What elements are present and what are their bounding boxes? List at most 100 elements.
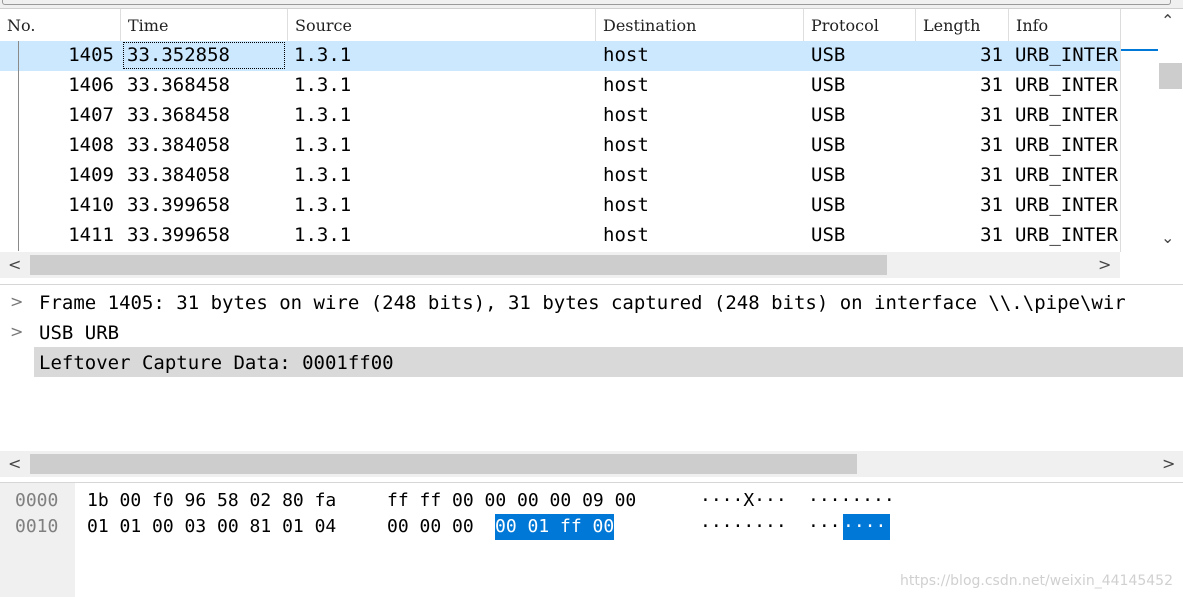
- horizontal-scroll-thumb[interactable]: [30, 255, 887, 275]
- cell-no: 1405: [68, 44, 114, 66]
- column-header-source[interactable]: Source: [288, 9, 596, 41]
- packet-list-horizontal-scrollbar[interactable]: < >: [0, 252, 1120, 278]
- column-header-length[interactable]: Length: [916, 9, 1009, 41]
- cell-destination: host: [603, 134, 649, 156]
- cell-protocol: USB: [811, 194, 846, 216]
- scroll-right-icon[interactable]: >: [1098, 257, 1111, 273]
- scroll-left-icon[interactable]: <: [8, 456, 21, 472]
- hex-bytes-a[interactable]: 1b 00 f0 96 58 02 80 fa: [87, 488, 336, 514]
- cell-no: 1408: [68, 134, 114, 156]
- packet-list-header: No. Time Source Destination Protocol Len…: [0, 9, 1120, 42]
- focus-rectangle: [123, 42, 285, 69]
- ascii-b[interactable]: ···: [808, 514, 841, 540]
- column-header-destination[interactable]: Destination: [596, 9, 804, 41]
- cell-source: 1.3.1: [294, 134, 352, 156]
- cell-protocol: USB: [811, 164, 846, 186]
- hex-offset: 0000: [15, 490, 59, 511]
- packet-bytes-pane[interactable]: 0000 1b 00 f0 96 58 02 80 fa ff ff 00 00…: [0, 482, 1183, 597]
- cell-source: 1.3.1: [294, 224, 352, 246]
- hex-bytes-a[interactable]: 01 01 00 03 00 81 01 04: [87, 514, 336, 540]
- cell-time: 33.368458: [127, 104, 230, 126]
- hex-bytes-selected[interactable]: 00 01 ff 00: [495, 514, 615, 540]
- detail-frame[interactable]: > Frame 1405: 31 bytes on wire (248 bits…: [0, 287, 1183, 317]
- cell-length: 31: [980, 224, 1003, 246]
- packet-list-pane[interactable]: No. Time Source Destination Protocol Len…: [0, 9, 1183, 278]
- vertical-scroll-thumb[interactable]: [1159, 63, 1182, 89]
- packet-rows: 1405 33.352858 1.3.1 host USB 31 URB_INTER 1406…: [0, 41, 1120, 252]
- cell-destination: host: [603, 164, 649, 186]
- cell-no: 1406: [68, 74, 114, 96]
- ascii-selected[interactable]: ····: [843, 514, 891, 540]
- cell-length: 31: [980, 194, 1003, 216]
- cell-protocol: USB: [811, 134, 846, 156]
- cell-info: URB_INTER: [1015, 194, 1118, 216]
- intelligent-scrollbar-marker: [1121, 49, 1158, 51]
- cell-destination: host: [603, 74, 649, 96]
- packet-row[interactable]: 1411 33.399658 1.3.1 host USB 31 URB_INTER: [0, 221, 1120, 251]
- cell-info: URB_INTER: [1015, 134, 1118, 156]
- scroll-up-icon[interactable]: ⌃: [1161, 13, 1174, 29]
- cell-length: 31: [980, 74, 1003, 96]
- cell-time: 33.384058: [127, 164, 230, 186]
- hex-bytes-b[interactable]: 00 00 00: [387, 514, 474, 540]
- cell-destination: host: [603, 224, 649, 246]
- cell-source: 1.3.1: [294, 44, 352, 66]
- cell-destination: host: [603, 44, 649, 66]
- toolbar-strip: [0, 0, 1183, 9]
- detail-usb-urb[interactable]: > USB URB: [0, 317, 1183, 347]
- column-header-protocol[interactable]: Protocol: [804, 9, 916, 41]
- detail-usb-urb-label: USB URB: [39, 322, 120, 344]
- cell-time: 33.399658: [127, 194, 230, 216]
- ascii-a[interactable]: ····X···: [700, 488, 787, 514]
- cell-source: 1.3.1: [294, 194, 352, 216]
- horizontal-scroll-thumb[interactable]: [30, 454, 857, 474]
- cell-protocol: USB: [811, 44, 846, 66]
- ascii-b[interactable]: ········: [808, 488, 895, 514]
- cell-no: 1407: [68, 104, 114, 126]
- packet-row[interactable]: 1408 33.384058 1.3.1 host USB 31 URB_INTER: [0, 131, 1120, 161]
- hex-offset: 0010: [15, 516, 59, 537]
- cell-protocol: USB: [811, 104, 846, 126]
- chevron-right-icon[interactable]: >: [10, 322, 23, 341]
- watermark: https://blog.csdn.net/weixin_44145452: [899, 573, 1173, 589]
- column-header-time[interactable]: Time: [121, 9, 288, 41]
- cell-no: 1411: [68, 224, 114, 246]
- column-header-info[interactable]: Info: [1009, 9, 1120, 41]
- cell-length: 31: [980, 104, 1003, 126]
- detail-frame-label: Frame 1405: 31 bytes on wire (248 bits),…: [39, 292, 1126, 314]
- scroll-right-icon[interactable]: >: [1162, 456, 1175, 472]
- cell-destination: host: [603, 104, 649, 126]
- packet-row[interactable]: 1406 33.368458 1.3.1 host USB 31 URB_INTER: [0, 71, 1120, 101]
- cell-source: 1.3.1: [294, 74, 352, 96]
- ascii-a[interactable]: ········: [700, 514, 787, 540]
- cell-time: 33.384058: [127, 134, 230, 156]
- cell-info: URB_INTER: [1015, 224, 1118, 246]
- cell-no: 1410: [68, 194, 114, 216]
- cell-destination: host: [603, 194, 649, 216]
- cell-length: 31: [980, 164, 1003, 186]
- chevron-right-icon[interactable]: >: [10, 292, 23, 311]
- cell-info: URB_INTER: [1015, 74, 1118, 96]
- cell-info: URB_INTER: [1015, 44, 1118, 66]
- details-horizontal-scrollbar[interactable]: < >: [0, 451, 1183, 477]
- packet-row[interactable]: 1407 33.368458 1.3.1 host USB 31 URB_INTER: [0, 101, 1120, 131]
- cell-length: 31: [980, 134, 1003, 156]
- scroll-left-icon[interactable]: <: [8, 257, 21, 273]
- packet-details-pane[interactable]: > Frame 1405: 31 bytes on wire (248 bits…: [0, 284, 1183, 479]
- detail-leftover-label: Leftover Capture Data: 0001ff00: [39, 352, 394, 374]
- column-header-no[interactable]: No.: [0, 9, 121, 41]
- cell-protocol: USB: [811, 74, 846, 96]
- packet-row[interactable]: 1409 33.384058 1.3.1 host USB 31 URB_INTER: [0, 161, 1120, 191]
- cell-time: 33.399658: [127, 224, 230, 246]
- packet-list-vertical-scrollbar[interactable]: ⌃ ⌄: [1120, 9, 1183, 252]
- cell-protocol: USB: [811, 224, 846, 246]
- packet-row[interactable]: 1410 33.399658 1.3.1 host USB 31 URB_INTER: [0, 191, 1120, 221]
- filter-bar-edge: [2, 0, 1171, 5]
- cell-time: 33.368458: [127, 74, 230, 96]
- hex-bytes-b[interactable]: ff ff 00 00 00 00 09 00: [387, 488, 636, 514]
- detail-leftover-capture-data[interactable]: Leftover Capture Data: 0001ff00: [34, 347, 1183, 377]
- packet-row[interactable]: 1405 33.352858 1.3.1 host USB 31 URB_INTER: [0, 41, 1120, 71]
- cell-source: 1.3.1: [294, 164, 352, 186]
- cell-source: 1.3.1: [294, 104, 352, 126]
- scroll-down-icon[interactable]: ⌄: [1161, 230, 1174, 246]
